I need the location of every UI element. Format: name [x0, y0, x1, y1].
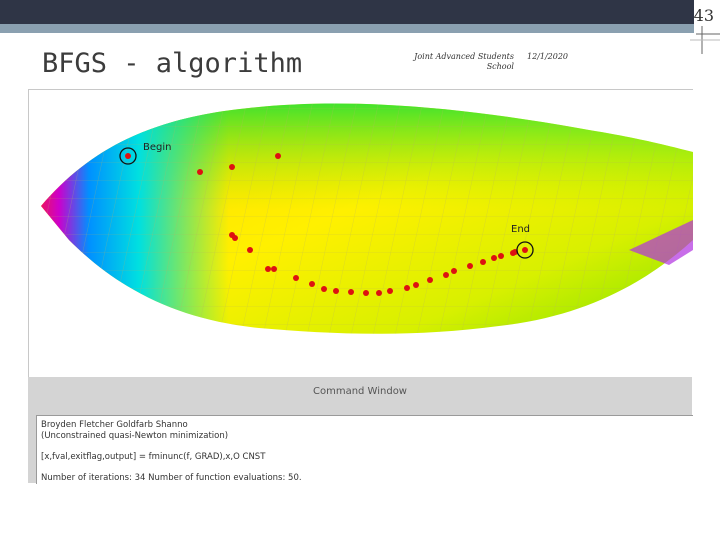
iteration-point	[427, 277, 433, 283]
corner-decoration	[690, 26, 720, 54]
command-window-output: Broyden Fletcher Goldfarb Shanno (Uncons…	[36, 415, 693, 484]
surface-plot-canvas: Begin End	[41, 103, 693, 334]
iteration-point	[413, 282, 419, 288]
command-window-title: Command Window	[312, 386, 407, 397]
iteration-point	[293, 275, 299, 281]
footer-date: 12/1/2020	[527, 52, 569, 61]
iteration-point	[491, 255, 497, 261]
iteration-point	[232, 235, 238, 241]
begin-label: Begin	[143, 142, 171, 153]
iteration-point	[404, 285, 410, 291]
footer-institution: Joint Advanced Students School	[398, 52, 514, 72]
output-line-4: Number of iterations: 34 Number of funct…	[41, 473, 302, 483]
iteration-point	[197, 169, 203, 175]
iteration-point	[467, 263, 473, 269]
iteration-point	[443, 272, 449, 278]
iteration-point	[275, 153, 281, 159]
surface-plot: Begin End	[28, 89, 693, 378]
footer-institution-line2: School	[486, 62, 514, 71]
iteration-point	[363, 290, 369, 296]
output-line-2: (Unconstrained quasi-Newton minimization…	[41, 431, 229, 441]
output-line-3: [x,fval,exitflag,output] = fminunc(f, GR…	[41, 452, 266, 462]
iteration-point	[271, 266, 277, 272]
iteration-point	[387, 288, 393, 294]
iteration-point	[247, 247, 253, 253]
end-point	[522, 247, 528, 253]
iteration-point	[451, 268, 457, 274]
slide-header-bar	[0, 0, 720, 24]
iteration-point	[376, 290, 382, 296]
iteration-point	[265, 266, 271, 272]
slide-header-accent	[0, 24, 694, 33]
output-line-1: Broyden Fletcher Goldfarb Shanno	[41, 420, 188, 430]
iteration-point	[321, 286, 327, 292]
iteration-point	[333, 288, 339, 294]
command-window: Command Window Broyden Fletcher Goldfarb…	[28, 377, 693, 484]
slide-number: 43	[693, 6, 714, 25]
iteration-point	[498, 253, 504, 259]
page-title: BFGS - algorithm	[42, 48, 303, 79]
iteration-point	[348, 289, 354, 295]
end-label: End	[511, 224, 530, 235]
iteration-point	[480, 259, 486, 265]
footer-institution-line1: Joint Advanced Students	[414, 52, 514, 61]
iteration-point	[229, 164, 235, 170]
begin-point	[125, 153, 131, 159]
iteration-point	[309, 281, 315, 287]
surface-mesh	[41, 103, 693, 334]
